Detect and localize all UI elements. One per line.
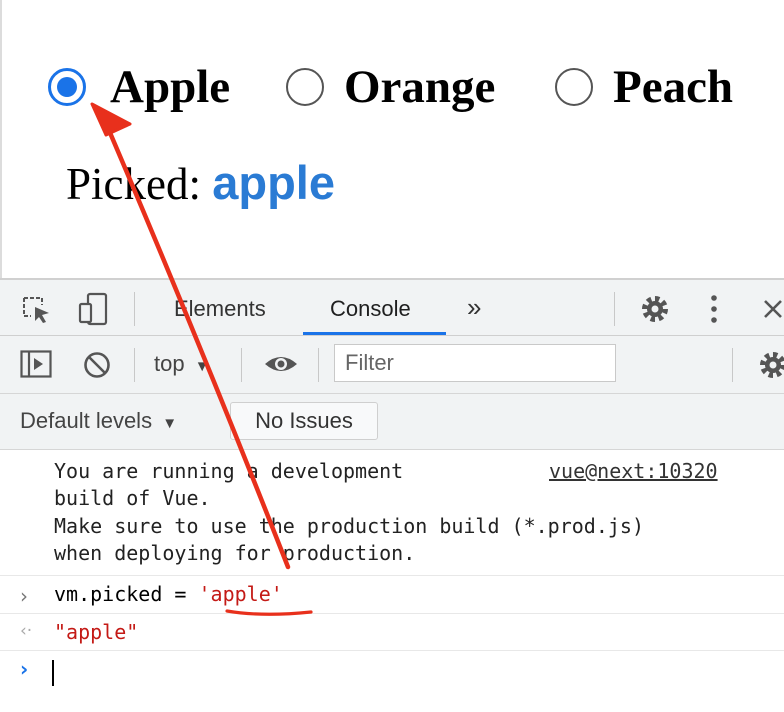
devtools-tab-bar: Elements Console »: [0, 278, 784, 336]
context-selector[interactable]: top ▼: [154, 351, 210, 377]
toolbar-separator: [732, 348, 733, 382]
console-input-caret[interactable]: [52, 660, 54, 686]
console-message-line: You are running a development: [54, 459, 404, 483]
console-result: "apple": [54, 620, 139, 644]
tab-elements[interactable]: Elements: [174, 296, 266, 322]
console-toolbar: top ▼: [0, 336, 784, 394]
chevron-down-icon: ▼: [162, 415, 178, 432]
sidebar-toggle-icon[interactable]: [20, 350, 52, 378]
source-link[interactable]: vue@next:10320: [549, 459, 718, 483]
input-chevron-icon: ›: [20, 584, 28, 608]
toolbar-separator: [241, 348, 242, 382]
radio-orange-label[interactable]: Orange: [344, 60, 495, 114]
console-settings-gear-icon[interactable]: [757, 349, 784, 381]
eye-icon[interactable]: [263, 353, 299, 375]
log-levels-bar: Default levels ▼ No Issues: [0, 394, 784, 450]
toolbar-separator: [134, 348, 135, 382]
more-tabs-button[interactable]: »: [467, 292, 481, 323]
radio-orange-unchecked-icon[interactable]: [286, 68, 324, 106]
gear-icon[interactable]: [639, 293, 671, 325]
console-row-separator: [0, 650, 784, 651]
command-code: vm.picked =: [54, 582, 199, 606]
clear-console-icon[interactable]: [82, 350, 112, 380]
radio-apple-label[interactable]: Apple: [110, 60, 230, 114]
tab-bar-separator: [134, 292, 135, 326]
page-left-border: [0, 0, 2, 278]
picked-value: apple: [212, 156, 335, 209]
chevron-down-icon: ▼: [194, 358, 210, 375]
close-icon[interactable]: [762, 298, 784, 320]
context-selector-value: top: [154, 351, 185, 376]
console-message-line: Make sure to use the production build (*…: [54, 514, 645, 538]
tab-bar-separator: [614, 292, 615, 326]
picked-output: Picked: apple: [66, 155, 335, 210]
radio-peach-label[interactable]: Peach: [613, 60, 733, 114]
console-command: vm.picked = 'apple': [54, 582, 283, 606]
log-levels-value: Default levels: [20, 408, 153, 433]
console-row-separator: [0, 575, 784, 576]
tab-console[interactable]: Console: [330, 296, 411, 322]
filter-input[interactable]: [334, 344, 616, 382]
issues-button[interactable]: No Issues: [230, 402, 378, 440]
prompt-chevron-icon: ›: [20, 657, 29, 681]
device-toolbar-icon[interactable]: [78, 292, 110, 326]
command-string: 'apple': [198, 582, 283, 606]
log-levels-dropdown[interactable]: Default levels ▼: [20, 408, 177, 434]
radio-apple-checked-icon[interactable]: [48, 68, 86, 106]
toolbar-separator: [318, 348, 319, 382]
radio-peach-unchecked-icon[interactable]: [555, 68, 593, 106]
kebab-menu-icon[interactable]: [709, 294, 719, 324]
picked-label: Picked:: [66, 159, 201, 209]
result-chevron-icon: ‹·: [20, 621, 33, 641]
console-message-line: build of Vue.: [54, 486, 211, 510]
console-row-separator: [0, 613, 784, 614]
active-tab-indicator: [303, 332, 446, 335]
console-message-line: when deploying for production.: [54, 541, 416, 565]
inspect-element-icon[interactable]: [22, 296, 52, 324]
